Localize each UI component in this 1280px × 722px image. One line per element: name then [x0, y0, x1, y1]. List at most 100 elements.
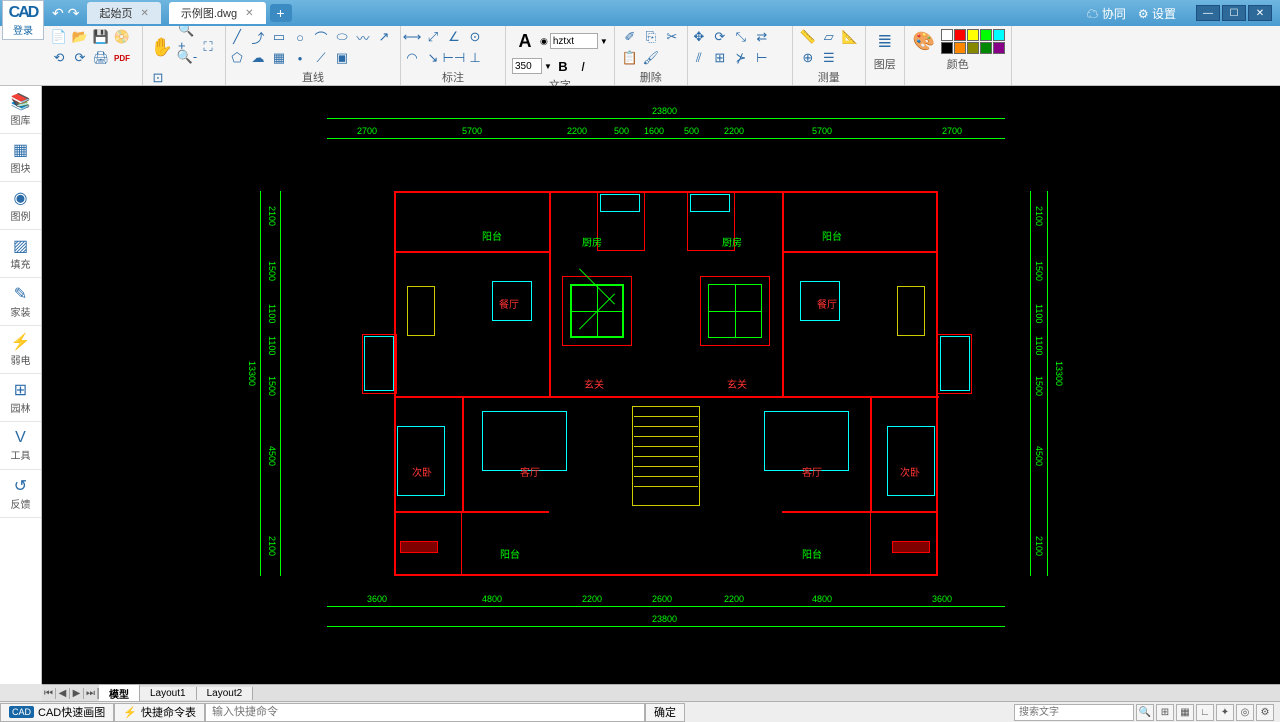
ellipse-icon[interactable]: ⬭ [333, 28, 351, 46]
close-icon[interactable]: ✕ [245, 8, 253, 19]
color-swatch[interactable] [993, 42, 1005, 54]
saveas-icon[interactable]: 📀 [113, 28, 131, 46]
tab-layout1[interactable]: Layout1 [140, 687, 197, 700]
close-button[interactable]: ✕ [1248, 5, 1272, 21]
dim-angular-icon[interactable]: ∠ [445, 28, 463, 46]
italic-icon[interactable]: I [574, 57, 592, 75]
hatch-icon[interactable]: ▦ [270, 49, 288, 67]
grid-icon[interactable]: ▦ [1176, 704, 1194, 721]
search-icon[interactable]: 🔍 [1136, 704, 1154, 721]
minimize-button[interactable]: — [1196, 5, 1220, 21]
save-icon[interactable]: 💾 [92, 28, 110, 46]
tab-first-icon[interactable]: ⏮ [42, 688, 56, 699]
sidebar-item-electric[interactable]: ⚡弱电 [0, 326, 41, 374]
dim-linear-icon[interactable]: ⟷ [403, 28, 421, 46]
tab-prev-icon[interactable]: ◀ [56, 688, 70, 699]
pan-hand-icon[interactable]: ✋ [149, 34, 175, 60]
ray-icon[interactable]: ↗ [375, 28, 393, 46]
block-icon[interactable]: ▣ [333, 49, 351, 67]
undo-icon[interactable]: ⟲ [50, 49, 68, 67]
dim-aligned-icon[interactable]: ⤢ [424, 28, 442, 46]
polar-icon[interactable]: ✦ [1216, 704, 1234, 721]
circle-icon[interactable]: ○ [291, 28, 309, 46]
ortho-icon[interactable]: ∟ [1196, 704, 1214, 721]
tab-model[interactable]: 模型 [99, 685, 140, 702]
erase-icon[interactable]: ✐ [621, 28, 639, 46]
leader-icon[interactable]: ↘ [424, 49, 442, 67]
tab-layout2[interactable]: Layout2 [197, 687, 254, 700]
new-tab-button[interactable]: + [270, 4, 292, 22]
command-input[interactable] [205, 703, 645, 722]
sidebar-item-tools[interactable]: V工具 [0, 422, 41, 470]
color-swatch[interactable] [941, 29, 953, 41]
color-swatch[interactable] [980, 29, 992, 41]
settings-icon[interactable]: ⚙ [1256, 704, 1274, 721]
measure-dist-icon[interactable]: 📏 [799, 28, 817, 46]
point-icon[interactable]: • [291, 49, 309, 67]
zoom-window-icon[interactable]: ⛶ [199, 38, 217, 56]
snap-icon[interactable]: ⊞ [1156, 704, 1174, 721]
scale-icon[interactable]: ⤡ [732, 28, 750, 46]
dim-cont-icon[interactable]: ⊢⊣ [445, 49, 463, 67]
move-icon[interactable]: ✥ [690, 28, 708, 46]
maximize-button[interactable]: ☐ [1222, 5, 1246, 21]
color-wheel-icon[interactable]: 🎨 [911, 28, 937, 54]
bold-icon[interactable]: B [554, 57, 572, 75]
zoom-in-icon[interactable]: 🔍+ [178, 28, 196, 46]
measure-angle-icon[interactable]: 📐 [841, 28, 859, 46]
polygon-icon[interactable]: ⬠ [228, 49, 246, 67]
color-swatch[interactable] [967, 29, 979, 41]
confirm-button[interactable]: 确定 [645, 703, 685, 722]
rotate-icon[interactable]: ⟳ [711, 28, 729, 46]
close-icon[interactable]: ✕ [140, 8, 148, 19]
brush-icon[interactable]: 🖌 [642, 49, 660, 67]
sidebar-item-home[interactable]: ✎家装 [0, 278, 41, 326]
spline-icon[interactable]: 〰 [354, 28, 372, 46]
forward-arrow-icon[interactable]: ↷ [68, 5, 80, 22]
color-swatch[interactable] [941, 42, 953, 54]
sidebar-item-garden[interactable]: ⊞园林 [0, 374, 41, 422]
back-arrow-icon[interactable]: ↶ [52, 5, 64, 22]
redo-icon[interactable]: ⟳ [71, 49, 89, 67]
dim-arc-icon[interactable]: ◠ [403, 49, 421, 67]
sidebar-item-legend[interactable]: ◉图例 [0, 182, 41, 230]
zoom-extent-icon[interactable]: ⊡ [149, 69, 167, 87]
print-icon[interactable]: 🖨 [92, 49, 110, 67]
offset-icon[interactable]: ⫽ [690, 49, 708, 67]
search-input[interactable] [1014, 704, 1134, 721]
measure-list-icon[interactable]: ☰ [820, 49, 838, 67]
sidebar-item-library[interactable]: 📚图库 [0, 86, 41, 134]
layer-icon[interactable]: ≣ [872, 28, 898, 54]
cloud-icon[interactable]: ☁ [249, 49, 267, 67]
measure-area-icon[interactable]: ▱ [820, 28, 838, 46]
tab-start[interactable]: 起始页 ✕ [87, 2, 160, 24]
pdf-icon[interactable]: PDF [113, 49, 131, 67]
color-swatch[interactable] [967, 42, 979, 54]
collaborate-button[interactable]: ☁ 协同 [1087, 5, 1126, 22]
tab-last-icon[interactable]: ⏭ [84, 688, 98, 699]
color-swatch[interactable] [980, 42, 992, 54]
color-swatch[interactable] [993, 29, 1005, 41]
open-icon[interactable]: 📂 [71, 28, 89, 46]
dim-radius-icon[interactable]: ⊙ [466, 28, 484, 46]
drawing-canvas[interactable]: 23800 2700 5700 2200 500 1600 500 2200 5… [42, 86, 1280, 684]
sidebar-item-block[interactable]: ▦图块 [0, 134, 41, 182]
polyline-icon[interactable]: ⤴ [249, 28, 267, 46]
cut-icon[interactable]: ✂ [663, 28, 681, 46]
dim-base-icon[interactable]: ⊥ [466, 49, 484, 67]
quick-draw-button[interactable]: CAD CAD快速画图 [0, 703, 114, 722]
app-logo[interactable]: CAD 登录 [2, 0, 44, 40]
new-icon[interactable]: 📄 [50, 28, 68, 46]
measure-id-icon[interactable]: ⊕ [799, 49, 817, 67]
sidebar-item-feedback[interactable]: ↺反馈 [0, 470, 41, 518]
sidebar-item-hatch[interactable]: ▨填充 [0, 230, 41, 278]
line-icon[interactable]: ╱ [228, 28, 246, 46]
trim-icon[interactable]: ⊁ [732, 49, 750, 67]
zoom-out-icon[interactable]: 🔍- [178, 48, 196, 66]
color-swatch[interactable] [954, 42, 966, 54]
font-size-select[interactable] [512, 58, 542, 74]
mirror-icon[interactable]: ⇄ [753, 28, 771, 46]
settings-button[interactable]: ⚙ 设置 [1138, 5, 1176, 22]
xline-icon[interactable]: ⟋ [312, 49, 330, 67]
paste-icon[interactable]: 📋 [621, 49, 639, 67]
